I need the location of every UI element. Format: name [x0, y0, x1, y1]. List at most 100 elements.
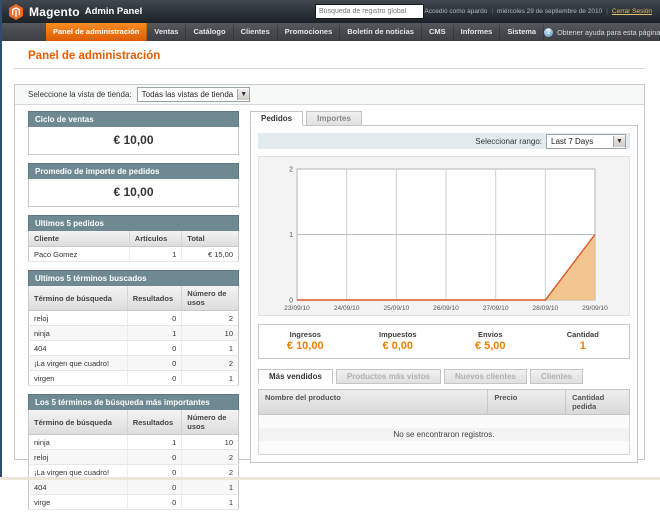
table-cell: 2 [182, 450, 239, 465]
table-cell: 0 [127, 371, 182, 386]
help-icon: ? [544, 28, 553, 37]
main-nav: Panel de administraciónVentasCatálogoCli… [0, 23, 660, 41]
nav-item-boletin-de-noticias[interactable]: Boletín de noticias [340, 23, 422, 41]
column-header: Término de búsqueda [29, 286, 128, 311]
table-row[interactable]: 40401 [29, 480, 239, 495]
column-header: Término de búsqueda [29, 410, 128, 435]
table-row[interactable]: virge01 [29, 495, 239, 510]
column-header[interactable]: Precio [488, 390, 566, 414]
table-header-row: Término de búsquedaResultadosNúmero de u… [29, 286, 239, 311]
brand-block: Magento Admin Panel [0, 4, 315, 20]
tab-pedidos[interactable]: Pedidos [250, 111, 303, 126]
nav-item-informes[interactable]: Informes [454, 23, 501, 41]
nav-item-catalogo[interactable]: Catálogo [186, 23, 233, 41]
table-cell: 1 [127, 435, 182, 450]
table-row[interactable]: virgen01 [29, 371, 239, 386]
total-cantidad: Cantidad1 [537, 330, 630, 352]
table-cell: 0 [127, 495, 182, 510]
svg-text:26/09/10: 26/09/10 [433, 305, 459, 312]
orders-chart: 01223/09/1024/09/1025/09/1026/09/1027/09… [265, 163, 623, 313]
column-header: Número de usos [182, 410, 239, 435]
last-search-terms-table: Término de búsquedaResultadosNúmero de u… [28, 286, 239, 386]
tab-nuevos-clientes[interactable]: Nuevos clientes [444, 369, 527, 384]
table-cell: 1 [127, 326, 182, 341]
page-title: Panel de administración [28, 50, 160, 62]
store-switcher-label: Seleccione la vista de tienda: [28, 90, 132, 99]
table-row[interactable]: reloj02 [29, 450, 239, 465]
tab-clientes[interactable]: Clientes [530, 369, 583, 384]
total-label: Envios [444, 330, 537, 339]
logout-link[interactable]: Cerrar Sesión [612, 8, 652, 15]
tab-mas-vendidos[interactable]: Más vendidos [258, 369, 333, 384]
global-search-input[interactable] [315, 4, 424, 19]
table-row[interactable]: ninja110 [29, 435, 239, 450]
table-cell: 0 [127, 311, 182, 326]
total-label: Cantidad [537, 330, 630, 339]
total-ingresos: Ingresos€ 10,00 [259, 330, 352, 352]
range-select[interactable]: Last 7 Days ▼ [546, 134, 626, 149]
svg-text:23/09/10: 23/09/10 [284, 305, 310, 312]
chart-tabs: PedidosImportes [250, 111, 638, 126]
range-selected: Last 7 Days [547, 137, 613, 146]
empty-grid-message: No se encontraron registros. [258, 415, 630, 455]
nav-item-sistema[interactable]: Sistema [500, 23, 544, 41]
table-cell: 0 [127, 356, 182, 371]
table-row[interactable]: reloj02 [29, 311, 239, 326]
table-header-row: ClienteArtículosTotal [29, 231, 239, 247]
total-impuestos: Impuestos€ 0,00 [352, 330, 445, 352]
store-view-select[interactable]: Todas las vistas de tienda ▼ [137, 87, 251, 102]
table-header-row: Término de búsquedaResultadosNúmero de u… [29, 410, 239, 435]
orders-chart-box: 01223/09/1024/09/1025/09/1026/09/1027/09… [258, 156, 630, 316]
table-row[interactable]: ninja110 [29, 326, 239, 341]
column-header[interactable]: Cantidad pedida [566, 390, 629, 414]
last-search-terms-widget: Ultimos 5 términos buscados Término de b… [28, 270, 239, 386]
table-cell: reloj [29, 450, 128, 465]
table-cell: 0 [127, 450, 182, 465]
brand-subtitle: Admin Panel [85, 6, 143, 17]
column-header: Resultados [127, 410, 182, 435]
tab-importes[interactable]: Importes [306, 111, 362, 126]
table-row[interactable]: Paco Gomez1€ 15,00 [29, 247, 239, 262]
table-row[interactable]: ¡La virgen que cuadro!02 [29, 356, 239, 371]
range-label: Seleccionar rango: [475, 137, 542, 146]
top-search-terms-widget: Los 5 términos de búsqueda más important… [28, 394, 239, 510]
widget-title: Ciclo de ventas [28, 111, 239, 127]
total-value: € 10,00 [259, 340, 352, 352]
logged-in-as: Accedió como apardo [424, 8, 487, 15]
column-header[interactable]: Nombre del producto [259, 390, 488, 414]
table-cell: ninja [29, 326, 128, 341]
table-row[interactable]: 40401 [29, 341, 239, 356]
nav-item-panel-de-administracion[interactable]: Panel de administración [46, 23, 147, 41]
nav-item-ventas[interactable]: Ventas [147, 23, 186, 41]
total-label: Ingresos [259, 330, 352, 339]
svg-text:28/09/10: 28/09/10 [532, 305, 558, 312]
dashboard-left-column: Ciclo de ventas € 10,00 Promedio de impo… [28, 111, 239, 518]
range-bar: Seleccionar rango: Last 7 Days ▼ [258, 133, 630, 149]
widget-title: Los 5 términos de búsqueda más important… [28, 394, 239, 410]
nav-item-promociones[interactable]: Promociones [278, 23, 341, 41]
last-orders-table: ClienteArtículosTotal Paco Gomez1€ 15,00 [28, 231, 239, 262]
nav-item-clientes[interactable]: Clientes [234, 23, 278, 41]
help-label: Obtener ayuda para esta página [557, 28, 660, 37]
lifetime-sales-value: € 10,00 [28, 127, 239, 155]
nav-menu: Panel de administraciónVentasCatálogoCli… [46, 23, 544, 41]
top-search-terms-table: Término de búsquedaResultadosNúmero de u… [28, 410, 239, 510]
column-header: Resultados [127, 286, 182, 311]
table-cell: virge [29, 495, 128, 510]
help-link[interactable]: ? Obtener ayuda para esta página [544, 23, 660, 41]
column-header: Cliente [29, 231, 130, 247]
table-cell: € 15,00 [182, 247, 239, 262]
tab-productos-mas-vistos[interactable]: Productos más vistos [336, 369, 441, 384]
table-cell: Paco Gomez [29, 247, 130, 262]
table-cell: 404 [29, 480, 128, 495]
window-edge-left [0, 0, 2, 480]
total-label: Impuestos [352, 330, 445, 339]
dashboard-container: Seleccione la vista de tienda: Todas las… [14, 84, 645, 460]
table-cell: 1 [182, 341, 239, 356]
table-cell: reloj [29, 311, 128, 326]
current-date: miércoles 29 de septiembre de 2010 [497, 8, 602, 15]
widget-title: Promedio de importe de pedidos [28, 163, 239, 179]
table-cell: 0 [127, 341, 182, 356]
nav-item-cms[interactable]: CMS [422, 23, 454, 41]
table-cell: 2 [182, 311, 239, 326]
